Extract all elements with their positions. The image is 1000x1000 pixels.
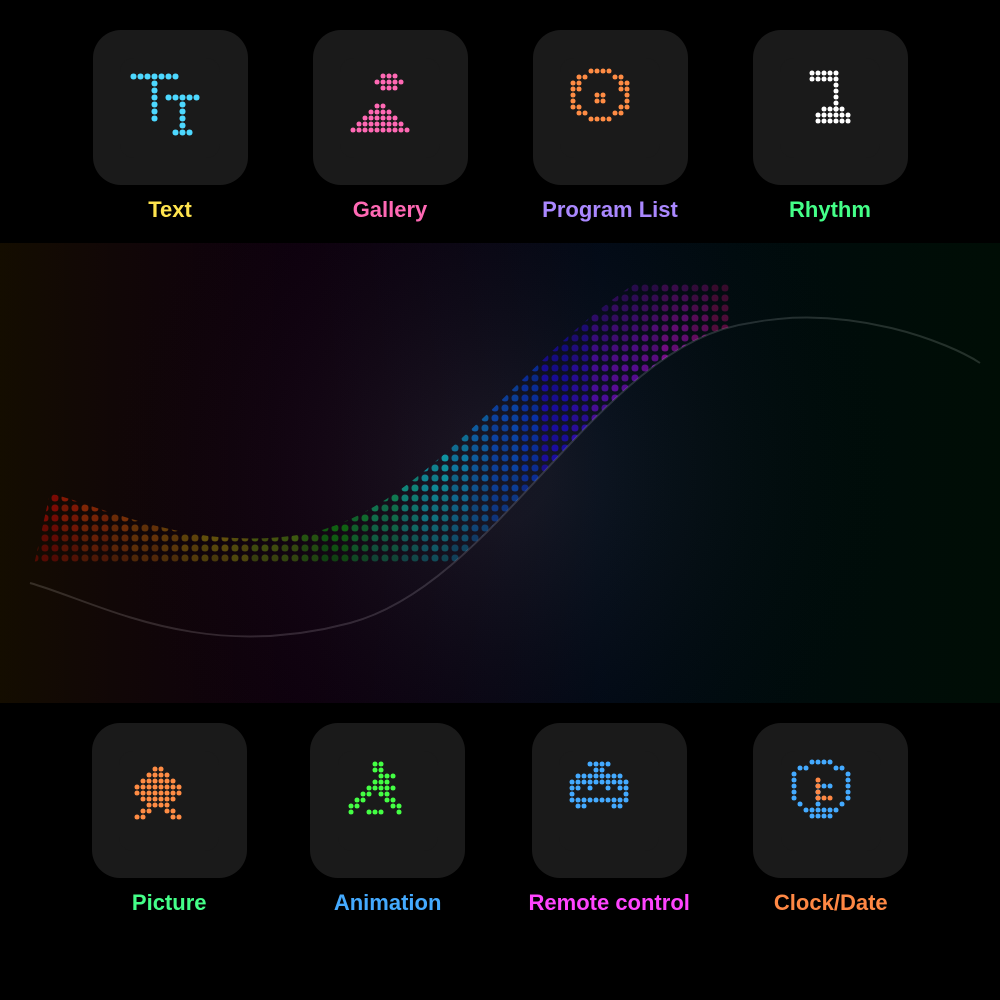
icon-box-picture[interactable] bbox=[92, 723, 247, 878]
icon-item-rhythm[interactable]: Rhythm bbox=[753, 30, 908, 223]
remote-icon bbox=[559, 751, 659, 851]
clock-icon bbox=[781, 751, 881, 851]
led-display bbox=[0, 243, 1000, 703]
icon-item-text[interactable]: Text bbox=[93, 30, 248, 223]
icon-box-animation[interactable] bbox=[310, 723, 465, 878]
picture-icon bbox=[119, 751, 219, 851]
gallery-icon bbox=[340, 58, 440, 158]
icon-box-gallery[interactable] bbox=[313, 30, 468, 185]
icon-item-clock[interactable]: Clock/Date bbox=[753, 723, 908, 916]
program-icon bbox=[560, 58, 660, 158]
icon-item-gallery[interactable]: Gallery bbox=[313, 30, 468, 223]
icon-label-text: Text bbox=[148, 197, 192, 223]
icon-box-text[interactable] bbox=[93, 30, 248, 185]
icon-item-remote[interactable]: Remote control bbox=[529, 723, 690, 916]
icon-item-animation[interactable]: Animation bbox=[310, 723, 465, 916]
icon-label-clock: Clock/Date bbox=[774, 890, 888, 916]
animation-icon bbox=[338, 751, 438, 851]
led-wave-canvas bbox=[0, 243, 1000, 703]
icon-label-animation: Animation bbox=[334, 890, 442, 916]
icon-item-picture[interactable]: Picture bbox=[92, 723, 247, 916]
icon-label-rhythm: Rhythm bbox=[789, 197, 871, 223]
icon-item-program-list[interactable]: Program List bbox=[533, 30, 688, 223]
icon-box-program[interactable] bbox=[533, 30, 688, 185]
rhythm-icon bbox=[780, 58, 880, 158]
icon-label-gallery: Gallery bbox=[353, 197, 428, 223]
icon-box-clock[interactable] bbox=[753, 723, 908, 878]
icon-box-rhythm[interactable] bbox=[753, 30, 908, 185]
top-icon-row: Text Gallery Program List Rhythm bbox=[0, 0, 1000, 243]
bottom-icon-row: Picture Animation Remote control Clock/D… bbox=[0, 703, 1000, 946]
icon-label-program: Program List bbox=[542, 197, 678, 223]
icon-label-picture: Picture bbox=[132, 890, 207, 916]
icon-label-remote: Remote control bbox=[529, 890, 690, 916]
icon-box-remote[interactable] bbox=[532, 723, 687, 878]
text-icon bbox=[120, 58, 220, 158]
